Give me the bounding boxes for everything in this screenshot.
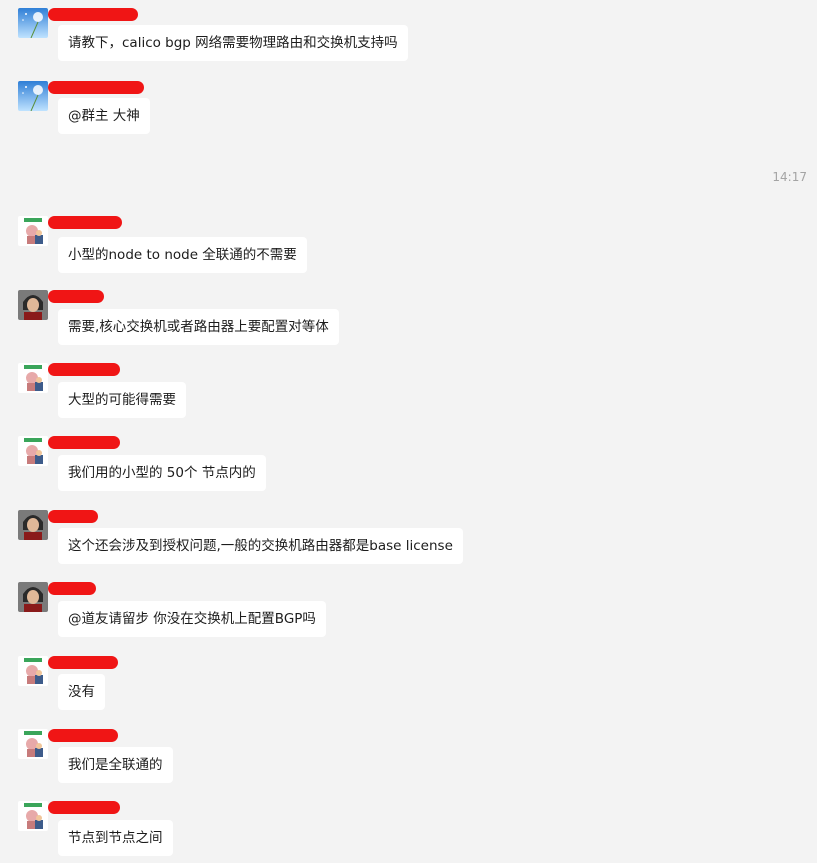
sender-name-redacted bbox=[48, 8, 138, 21]
sender-name-redacted bbox=[48, 582, 96, 595]
person-photo-avatar-icon[interactable] bbox=[18, 510, 48, 540]
sender-name-redacted bbox=[48, 290, 104, 303]
cartoon-couple-avatar-icon[interactable] bbox=[18, 729, 48, 759]
cartoon-couple-avatar-icon[interactable] bbox=[18, 656, 48, 686]
dandelion-avatar-icon[interactable] bbox=[18, 81, 48, 111]
message-bubble[interactable]: 这个还会涉及到授权问题,一般的交换机路由器都是base license bbox=[58, 528, 463, 564]
message-timestamp: 14:17 bbox=[772, 170, 807, 184]
dandelion-avatar-icon[interactable] bbox=[18, 8, 48, 38]
message-bubble[interactable]: @群主 大神 bbox=[58, 98, 150, 134]
person-photo-avatar-icon[interactable] bbox=[18, 290, 48, 320]
sender-name-redacted bbox=[48, 216, 122, 229]
message-bubble[interactable]: 请教下，calico bgp 网络需要物理路由和交换机支持吗 bbox=[58, 25, 408, 61]
message-bubble[interactable]: 我们用的小型的 50个 节点内的 bbox=[58, 455, 266, 491]
message-bubble[interactable]: 需要,核心交换机或者路由器上要配置对等体 bbox=[58, 309, 339, 345]
sender-name-redacted bbox=[48, 729, 118, 742]
person-photo-avatar-icon[interactable] bbox=[18, 582, 48, 612]
sender-name-redacted bbox=[48, 510, 98, 523]
cartoon-couple-avatar-icon[interactable] bbox=[18, 436, 48, 466]
message-bubble[interactable]: 小型的node to node 全联通的不需要 bbox=[58, 237, 307, 273]
sender-name-redacted bbox=[48, 656, 118, 669]
chat-window: 14:17 请教下，calico bgp 网络需要物理路由和交换机支持吗 @群主… bbox=[0, 0, 817, 863]
cartoon-couple-avatar-icon[interactable] bbox=[18, 216, 48, 246]
message-bubble[interactable]: 节点到节点之间 bbox=[58, 820, 173, 856]
cartoon-couple-avatar-icon[interactable] bbox=[18, 363, 48, 393]
sender-name-redacted bbox=[48, 363, 120, 376]
sender-name-redacted bbox=[48, 436, 120, 449]
sender-name-redacted bbox=[48, 801, 120, 814]
message-bubble[interactable]: 没有 bbox=[58, 674, 105, 710]
message-bubble[interactable]: 大型的可能得需要 bbox=[58, 382, 186, 418]
sender-name-redacted bbox=[48, 81, 144, 94]
cartoon-couple-avatar-icon[interactable] bbox=[18, 801, 48, 831]
message-bubble[interactable]: 我们是全联通的 bbox=[58, 747, 173, 783]
message-bubble[interactable]: @道友请留步 你没在交换机上配置BGP吗 bbox=[58, 601, 326, 637]
